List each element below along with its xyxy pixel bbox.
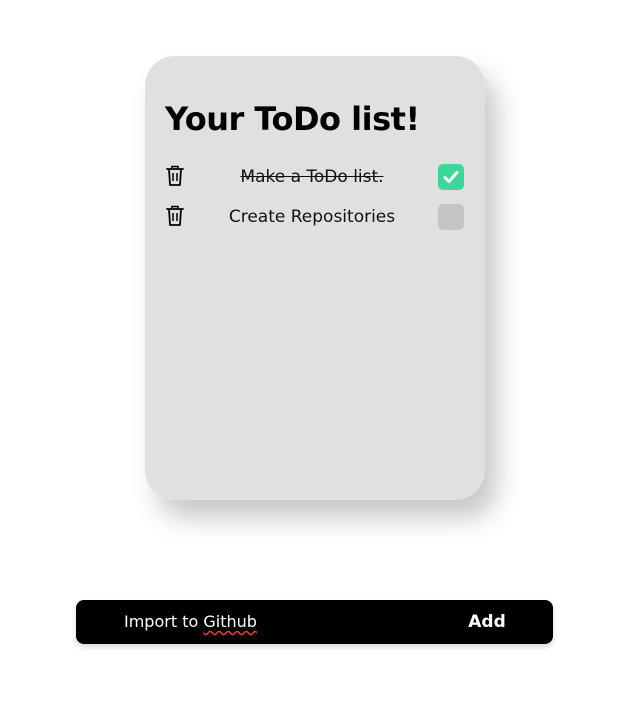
todo-label: Create Repositories bbox=[228, 207, 396, 227]
todo-input-spellcheck-word: Github bbox=[203, 612, 257, 631]
todo-input-prefix: Import to bbox=[124, 612, 204, 631]
todo-checkbox[interactable] bbox=[438, 204, 464, 230]
todo-input[interactable]: Import to Github bbox=[124, 612, 257, 631]
todo-checkbox[interactable] bbox=[438, 164, 464, 190]
trash-icon[interactable] bbox=[165, 205, 185, 227]
trash-icon[interactable] bbox=[165, 165, 185, 187]
todo-card: Your ToDo list! Make a ToDo list. Create… bbox=[145, 56, 485, 500]
todo-item: Create Repositories bbox=[145, 204, 485, 230]
add-button[interactable]: Add bbox=[454, 600, 520, 644]
add-todo-bar: Import to Github Add bbox=[76, 600, 553, 644]
todo-item: Make a ToDo list. bbox=[145, 164, 485, 190]
page-title: Your ToDo list! bbox=[165, 100, 420, 138]
todo-label: Make a ToDo list. bbox=[240, 167, 384, 187]
checkmark-icon bbox=[443, 171, 459, 183]
